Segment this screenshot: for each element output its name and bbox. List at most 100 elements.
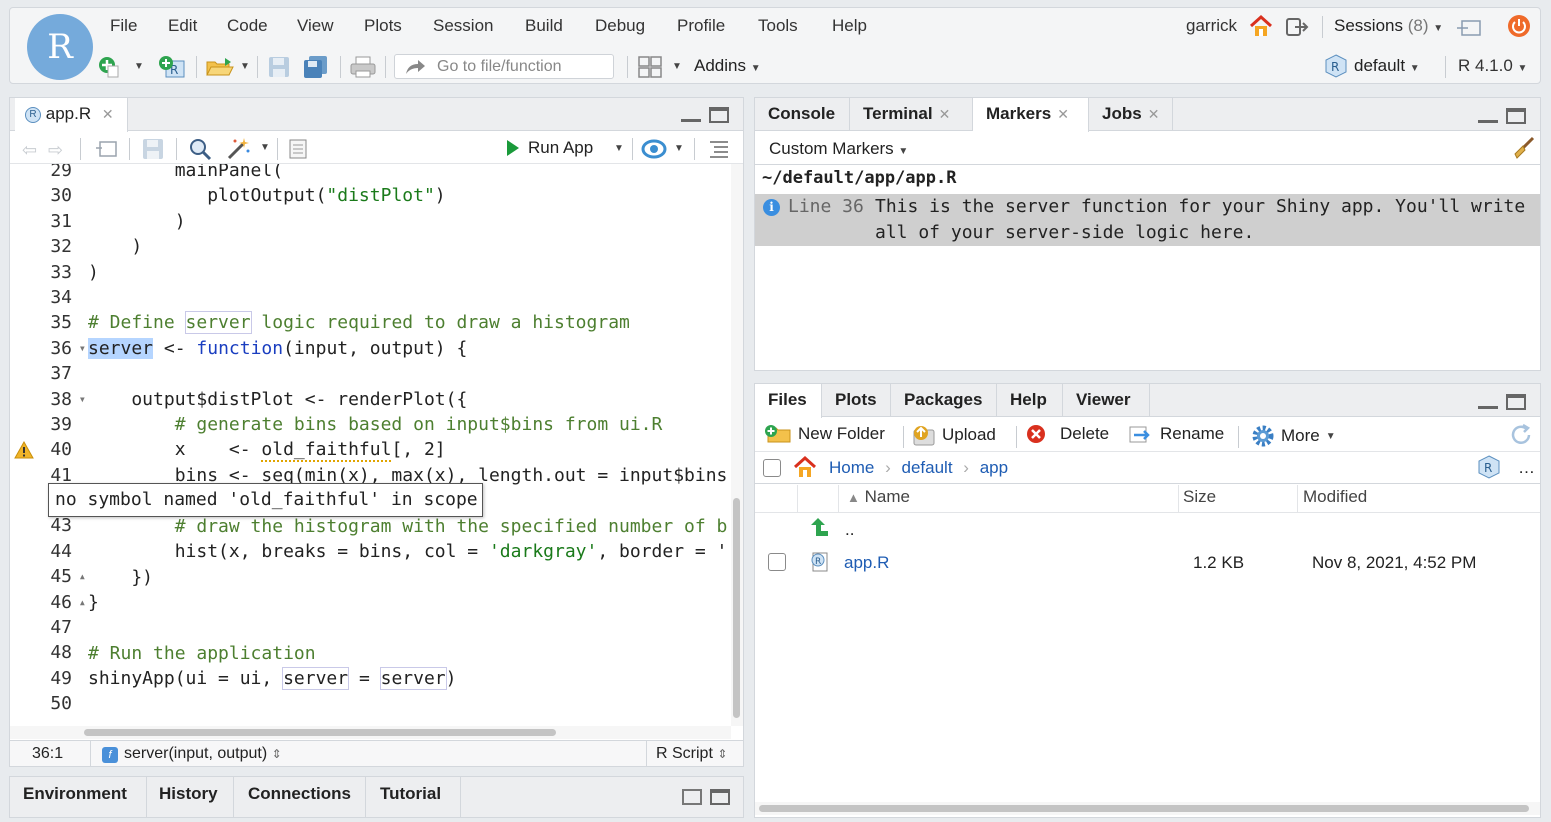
more-button[interactable]: More ▼ [1251,424,1336,448]
breadcrumb-home[interactable]: Home [829,458,874,477]
menu-profile[interactable]: Profile [677,16,725,36]
delete-button[interactable]: Delete [1026,424,1109,444]
markers-source-menu[interactable]: Custom Markers ▼ [769,139,908,159]
menu-build[interactable]: Build [525,16,563,36]
chevron-down-icon[interactable]: ▼ [260,142,270,153]
menu-tools[interactable]: Tools [758,16,798,36]
tab-files[interactable]: Files [755,384,822,418]
scrollbar-thumb[interactable] [84,729,556,736]
menu-view[interactable]: View [297,16,334,36]
editor-horizontal-scrollbar[interactable] [10,726,731,739]
menu-session[interactable]: Session [433,16,493,36]
row-checkbox[interactable] [768,553,786,571]
project-cube-icon[interactable]: R [1477,455,1501,484]
close-icon[interactable]: ✕ [102,106,114,122]
tab-environment[interactable]: Environment [10,777,147,818]
new-file-icon[interactable] [98,56,120,78]
maximize-pane-icon[interactable] [709,107,729,123]
tab-console[interactable]: Console [755,98,850,131]
select-all-checkbox[interactable] [763,459,781,477]
new-session-icon[interactable] [1456,18,1482,43]
tab-terminal[interactable]: Terminal ✕ [850,98,973,131]
refresh-icon[interactable] [1509,423,1533,452]
close-icon[interactable]: ✕ [939,106,951,122]
print-icon[interactable] [350,56,376,83]
menu-file[interactable]: File [110,16,137,36]
fold-close-icon[interactable]: ▴ [79,564,86,589]
save-all-icon[interactable] [303,55,329,84]
fold-open-icon[interactable]: ▾ [79,336,86,361]
close-icon[interactable]: ✕ [1148,106,1160,122]
r-version-menu[interactable]: R 4.1.0 ▼ [1458,56,1527,76]
column-size[interactable]: Size [1183,487,1216,507]
breadcrumb-default[interactable]: default [902,458,953,477]
file-name-link[interactable]: app.R [844,553,889,573]
home-icon[interactable] [1248,14,1274,43]
open-file-icon[interactable] [205,56,235,83]
project-menu[interactable]: default ▼ [1354,56,1420,76]
editor-vertical-scrollbar[interactable] [731,164,743,726]
chevron-down-icon[interactable]: ▼ [240,61,250,72]
save-icon[interactable] [268,56,290,83]
rename-button[interactable]: Rename [1128,424,1224,444]
parent-directory-link[interactable]: .. [845,520,854,540]
goto-file-input[interactable]: Go to file/function [394,54,614,79]
code-tools-wand-icon[interactable] [226,137,252,166]
tab-markers[interactable]: Markers ✕ [973,98,1089,132]
chevron-down-icon[interactable]: ▼ [674,143,684,154]
compile-report-icon[interactable] [287,138,309,165]
home-icon[interactable] [792,455,818,484]
new-folder-button[interactable]: New Folder [764,424,885,444]
menu-debug[interactable]: Debug [595,16,645,36]
menu-edit[interactable]: Edit [168,16,197,36]
tab-help[interactable]: Help [997,384,1063,417]
document-outline-icon[interactable] [708,140,730,163]
menu-code[interactable]: Code [227,16,268,36]
minimize-pane-icon[interactable] [1478,113,1498,123]
tab-history[interactable]: History [147,777,234,818]
filetype-menu[interactable]: R Script ⇕ [656,745,727,763]
back-icon[interactable]: ⇦ [22,140,37,161]
column-modified[interactable]: Modified [1303,487,1367,507]
sessions-menu[interactable]: Sessions (8) ▼ [1334,16,1443,36]
tab-tutorial[interactable]: Tutorial [366,777,461,818]
maximize-pane-icon[interactable] [710,789,730,805]
tab-app-r[interactable]: R app.R ✕ [15,98,128,132]
close-icon[interactable]: ✕ [1057,106,1069,122]
restore-pane-icon[interactable] [682,789,702,805]
files-horizontal-scrollbar[interactable] [755,802,1540,815]
tab-connections[interactable]: Connections [234,777,366,818]
parent-directory-icon[interactable] [808,516,832,543]
menu-plots[interactable]: Plots [364,16,402,36]
menu-help[interactable]: Help [832,16,867,36]
clear-broom-icon[interactable] [1511,136,1535,165]
save-icon[interactable] [142,138,164,165]
chevron-down-icon[interactable]: ▼ [134,61,144,72]
tab-viewer[interactable]: Viewer [1063,384,1150,417]
chevron-down-icon[interactable]: ▼ [672,61,682,72]
new-project-icon[interactable]: R [158,55,190,86]
column-name[interactable]: ▲ Name [847,487,910,507]
code-editor[interactable]: 2930313233343536▾3738▾39404142434445▴46▴… [10,164,731,726]
table-row[interactable]: R app.R 1.2 KB Nov 8, 2021, 4:52 PM [755,547,1540,581]
fold-close-icon[interactable]: ▴ [79,590,86,615]
breadcrumb-app[interactable]: app [980,458,1008,477]
tab-packages[interactable]: Packages [891,384,997,417]
minimize-pane-icon[interactable] [681,112,701,122]
scrollbar-thumb[interactable] [733,498,740,718]
marker-row[interactable]: i Line 36 This is the server function fo… [755,194,1540,246]
more-options-icon[interactable]: … [1518,458,1535,478]
maximize-pane-icon[interactable] [1506,394,1526,410]
tab-plots[interactable]: Plots [822,384,891,417]
signout-icon[interactable] [1285,16,1309,43]
search-icon[interactable] [188,137,212,166]
tab-jobs[interactable]: Jobs ✕ [1089,98,1173,131]
pane-layout-icon[interactable] [638,56,662,83]
forward-icon[interactable]: ⇨ [48,140,63,161]
chevron-down-icon[interactable]: ▼ [614,143,624,154]
scrollbar-thumb[interactable] [759,805,1529,812]
upload-button[interactable]: Upload [912,424,996,446]
power-icon[interactable] [1508,15,1530,37]
fold-open-icon[interactable]: ▾ [79,387,86,412]
show-in-window-icon[interactable] [94,138,118,163]
